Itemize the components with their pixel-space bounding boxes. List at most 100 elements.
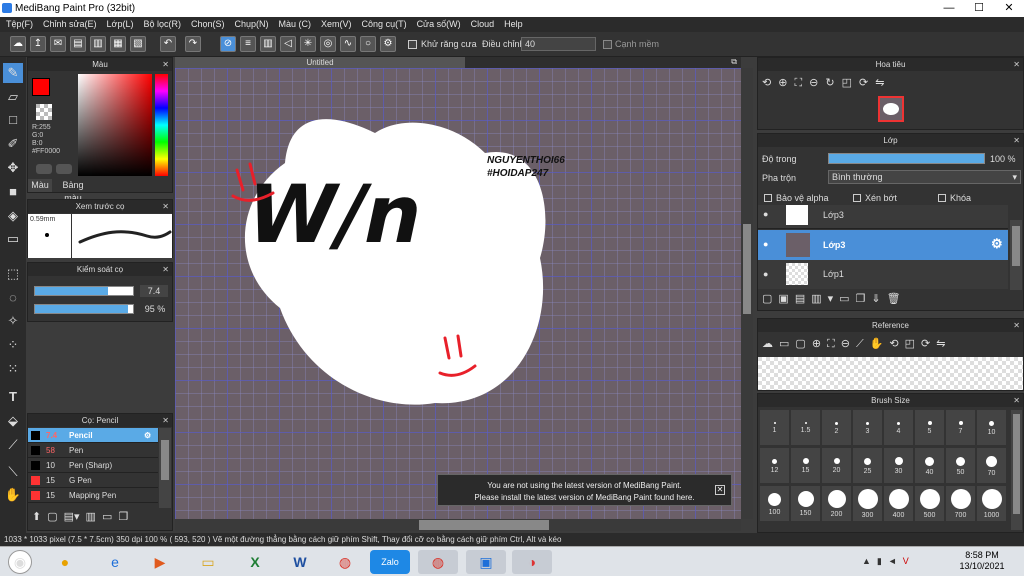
snap-crosshair-icon[interactable]: ▥ [260, 36, 276, 52]
brush-size-cell[interactable]: 2 [822, 410, 851, 445]
menu-file[interactable]: Tệp(F) [6, 19, 33, 29]
undo-icon[interactable]: ↶ [160, 36, 176, 52]
brush-size-cell[interactable]: 1.5 [791, 410, 820, 445]
copy-brush-icon[interactable]: ▥ [86, 511, 96, 523]
new-8bit-layer-icon[interactable]: ▤ [795, 293, 811, 305]
word-icon[interactable]: W [285, 550, 315, 574]
brush-size-cell[interactable]: 20 [822, 448, 851, 483]
layer-row-active[interactable]: ● Lớp3 ⚙ [758, 230, 1008, 260]
close-icon[interactable]: ✕ [1013, 319, 1020, 332]
brush-size-cell[interactable]: 5 [915, 410, 944, 445]
menu-color[interactable]: Màu (C) [279, 19, 312, 29]
tray-arrow-icon[interactable]: ▲ [862, 556, 877, 566]
flip-icon[interactable]: ⇋ [936, 338, 951, 350]
brush-size-cell[interactable]: 700 [946, 486, 975, 521]
close-icon[interactable]: ✕ [1013, 134, 1020, 147]
zoom-out-icon[interactable]: ⊖ [809, 77, 825, 89]
excel-icon[interactable]: X [240, 550, 270, 574]
close-button[interactable]: ✕ [994, 0, 1024, 17]
menu-filter[interactable]: Bộ lọc(R) [143, 19, 181, 29]
brush-size-slider[interactable] [34, 286, 134, 296]
redo-icon[interactable]: ↷ [185, 36, 201, 52]
ime-icon[interactable]: V [903, 556, 915, 566]
actual-size-icon[interactable]: ◰ [905, 338, 921, 350]
norton-icon[interactable]: ● [50, 550, 80, 574]
layer-scrollbar[interactable] [1010, 220, 1022, 290]
brush-size-cell[interactable]: 70 [977, 448, 1006, 483]
zoom-out-icon[interactable]: ⊖ [841, 338, 856, 350]
fit-icon[interactable]: ⛶ [794, 77, 809, 89]
brush-item[interactable]: 58 Pen [28, 443, 158, 458]
new-brush-icon[interactable]: ▢ [47, 511, 57, 523]
snap-vanish-icon[interactable]: ◁ [280, 36, 296, 52]
maximize-button[interactable]: ☐ [964, 0, 994, 17]
select-pen-tool-icon[interactable]: ⁘ [3, 335, 23, 355]
brush-size-cell[interactable]: 25 [853, 448, 882, 483]
actual-size-icon[interactable]: ◰ [842, 77, 859, 89]
volume-icon[interactable]: ◄ [888, 556, 903, 566]
eye-icon[interactable]: ● [763, 209, 768, 219]
eyedropper-icon[interactable]: ⟋ [856, 338, 870, 350]
snap-parallel-icon[interactable]: ≡ [240, 36, 256, 52]
hand-tool-icon[interactable]: ✋ [3, 485, 23, 505]
lasso-tool-icon[interactable]: ◌ [3, 288, 23, 308]
brush-size-cell[interactable]: 1 [760, 410, 789, 445]
navigator-thumbnail[interactable] [878, 96, 904, 122]
brush-size-cell[interactable]: 150 [791, 486, 820, 521]
menu-capture[interactable]: Chụp(N) [235, 19, 269, 29]
brush-list-scrollbar[interactable] [159, 428, 171, 508]
layer-row[interactable]: ● Lớp3 [758, 205, 1008, 229]
tab-color[interactable]: Màu [28, 179, 52, 192]
select-rect-tool-icon[interactable]: ⬚ [3, 264, 23, 284]
brush-size-cell[interactable]: 15 [791, 448, 820, 483]
menu-tools[interactable]: Công cụ(T) [362, 19, 407, 29]
color-mode-button[interactable] [36, 164, 52, 174]
brush-opacity-slider[interactable] [34, 304, 134, 314]
brush-size-cell[interactable]: 10 [977, 410, 1006, 445]
rotate-icon[interactable]: ↻ [825, 77, 841, 89]
adjust-input[interactable]: 40 [521, 37, 596, 51]
tab-palette[interactable]: Bảng màu [53, 179, 93, 203]
bucket-tool-icon[interactable]: ◈ [3, 206, 23, 226]
close-icon[interactable]: ✕ [162, 58, 169, 71]
app-window-icon[interactable]: ▣ [466, 550, 506, 574]
menu-window[interactable]: Cửa số(W) [417, 19, 461, 29]
brush-menu-icon[interactable]: ▤▾ [64, 511, 80, 523]
zoom-in-icon[interactable]: ⊕ [812, 338, 827, 350]
brush-size-cell[interactable]: 30 [884, 448, 913, 483]
folder-icon[interactable]: ▭ [193, 550, 223, 574]
cloud-icon[interactable]: ☁ [762, 338, 779, 350]
reset-icon[interactable]: ⟳ [859, 77, 875, 89]
update-notification[interactable]: You are not using the latest version of … [437, 474, 732, 506]
brush-size-cell[interactable]: 3 [853, 410, 882, 445]
brush-size-cell[interactable]: 1000 [977, 486, 1006, 521]
brush-size-value[interactable]: 7.4 [140, 285, 168, 297]
snap-settings-icon[interactable]: ⚙ [380, 36, 396, 52]
protect-alpha-checkbox[interactable] [764, 194, 772, 202]
folder-icon[interactable]: ▭ [779, 338, 795, 350]
network-icon[interactable]: ▮ [877, 556, 888, 566]
chrome-icon[interactable]: ◍ [330, 550, 360, 574]
layer-opacity-slider[interactable] [828, 153, 985, 164]
fill-rect-tool-icon[interactable]: ■ [3, 182, 23, 202]
brush-size-cell[interactable]: 200 [822, 486, 851, 521]
delete-layer-icon[interactable]: 🗑 [887, 293, 907, 305]
hue-slider[interactable] [155, 74, 168, 176]
menu-layer[interactable]: Lớp(L) [107, 19, 134, 29]
close-icon[interactable]: ✕ [1013, 58, 1020, 71]
snap-circle-icon[interactable]: ◎ [320, 36, 336, 52]
duplicate-layer-icon[interactable]: ❐ [856, 293, 872, 305]
menu-cloud[interactable]: Cloud [471, 19, 495, 29]
brush-size-scrollbar[interactable] [1011, 410, 1022, 530]
brush-size-cell[interactable]: 100 [760, 486, 789, 521]
menu-help[interactable]: Help [504, 19, 523, 29]
operation-tool-icon[interactable]: ⬙ [3, 411, 23, 431]
new-icon[interactable]: ▤ [70, 36, 86, 52]
brush-size-cell[interactable]: 400 [884, 486, 913, 521]
add-brush-icon[interactable]: ⬆ [32, 511, 41, 523]
horizontal-scrollbar[interactable] [175, 519, 741, 531]
lock-checkbox[interactable] [938, 194, 946, 202]
zoom-in-icon[interactable]: ⊕ [778, 77, 794, 89]
fit-icon[interactable]: ⛶ [827, 338, 841, 350]
brush-size-cell[interactable]: 40 [915, 448, 944, 483]
